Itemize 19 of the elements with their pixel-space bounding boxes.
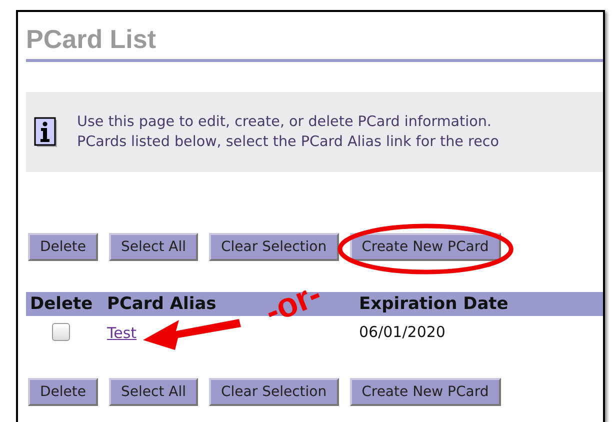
button[interactable]: Delete [28,233,98,261]
info-text: Use this page to edit, create, or delete PCard information. [77,113,492,132]
button[interactable]: Select All [109,233,198,261]
column-header: Delete [30,294,93,314]
table-cell: 06/01/2020 [359,323,446,341]
button[interactable]: Delete [28,378,98,406]
button[interactable]: Create New PCard [350,378,501,406]
page-title: PCard List [26,24,158,54]
column-header: Expiration Date [359,294,508,314]
button[interactable]: Create New PCard [350,233,501,261]
alias-link[interactable]: Test [107,324,137,342]
button[interactable]: Select All [109,378,198,406]
annotation-text: -or- [260,274,327,332]
button[interactable]: Clear Selection [209,378,339,406]
info-text: PCards listed below, select the PCard Alias link for the reco [77,133,499,152]
checkbox[interactable] [52,323,70,341]
column-header: PCard Alias [107,294,216,314]
button[interactable]: Clear Selection [209,233,339,261]
info-icon [34,116,58,148]
